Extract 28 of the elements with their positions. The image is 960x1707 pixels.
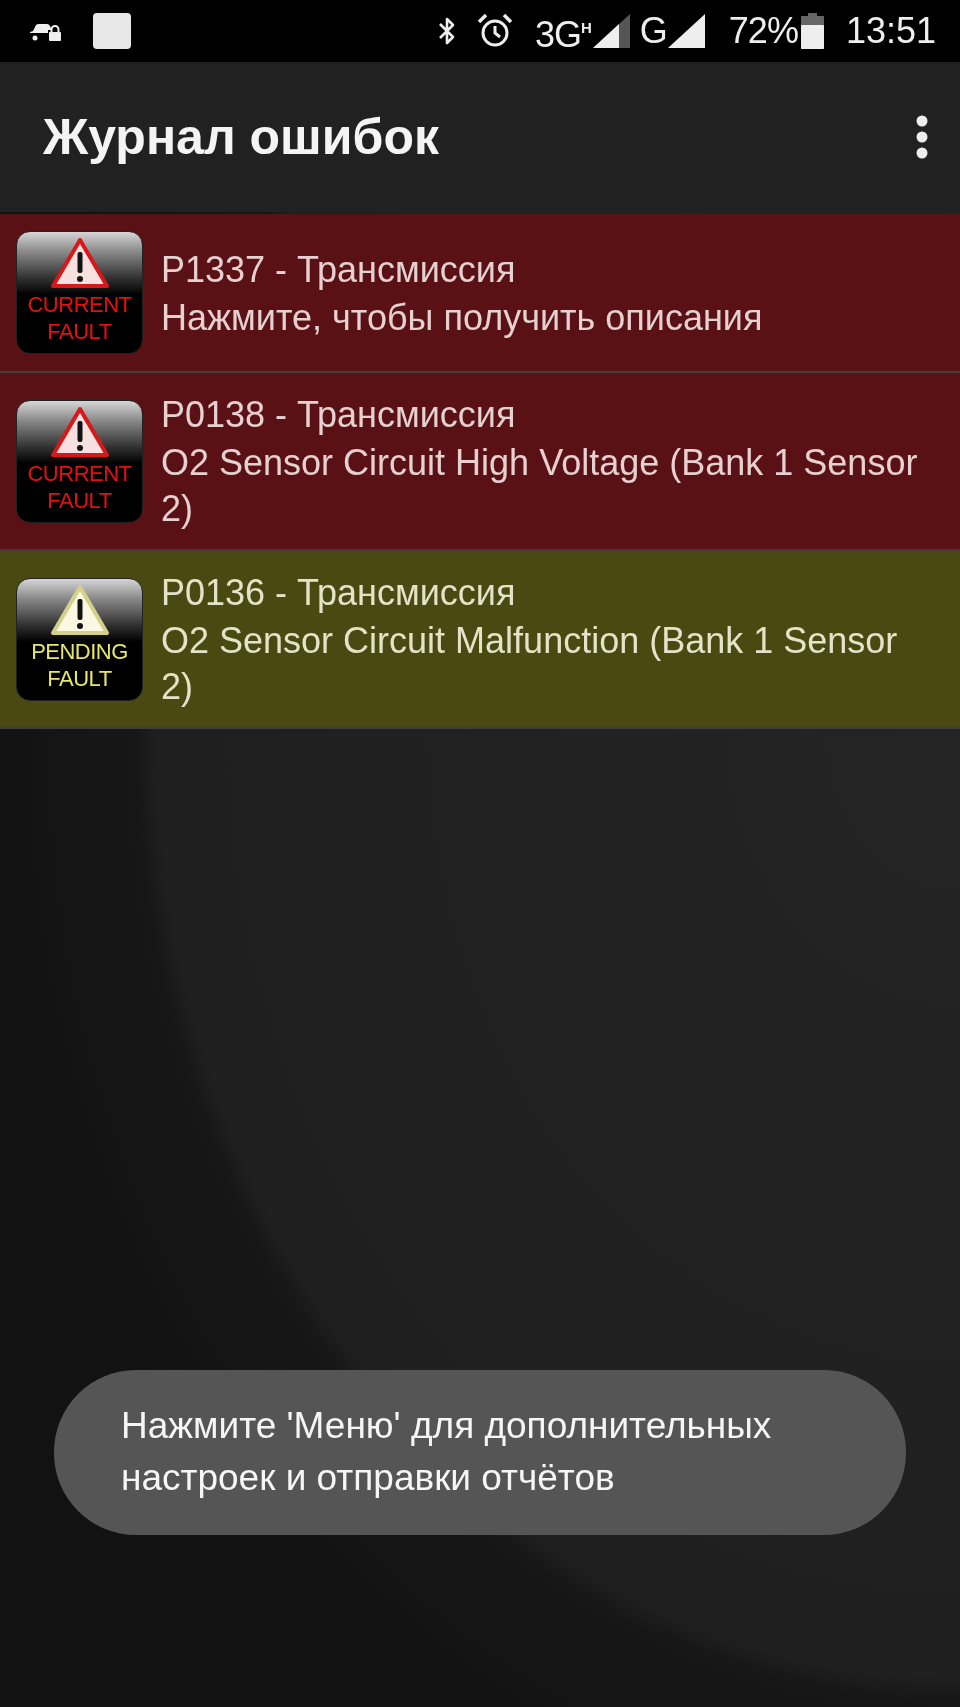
badge-label: CURRENT FAULT <box>26 291 133 345</box>
badge-label: CURRENT FAULT <box>26 459 133 514</box>
signal-strength-icon <box>592 14 630 48</box>
clock-time: 13:51 <box>845 11 936 51</box>
warning-icon <box>49 583 110 636</box>
fault-row[interactable]: CURRENT FAULT P0138 - Трансмиссия O2 Sensor Circuit High Voltage (Bank 1 Sensor 2) <box>0 373 960 551</box>
fault-description: O2 Sensor Circuit High Voltage (Bank 1 Sensor 2) <box>161 441 919 531</box>
warning-icon <box>49 405 110 458</box>
signal-strength-icon <box>667 14 705 48</box>
fault-description: O2 Sensor Circuit Malfunction (Bank 1 Sensor 2) <box>161 619 899 709</box>
more-options-button[interactable] <box>916 115 928 159</box>
battery-percentage: 72% <box>728 11 798 51</box>
alarm-clock-icon <box>476 13 513 49</box>
battery-icon <box>800 13 824 49</box>
fault-description: Нажмите, чтобы получить описания <box>161 295 764 340</box>
network-type-label: 3G$^{H}$ <box>534 12 591 55</box>
toast-text: Нажмите 'Меню' для дополнительных настроек и отправки отчётов <box>121 1404 773 1500</box>
fault-row[interactable]: CURRENT FAULT P1337 - Трансмиссия Нажмите, чтобы получить описания <box>0 214 960 373</box>
bluetooth-icon <box>436 15 457 47</box>
more-options-icon <box>916 115 928 159</box>
network-type-label: G <box>639 11 668 51</box>
fault-code-title: P0138 - Трансмиссия <box>161 393 517 437</box>
badge-label: PENDING FAULT <box>30 637 129 692</box>
notification-square-icon <box>93 13 131 49</box>
screen-title: Журнал ошибок <box>43 108 439 166</box>
fault-code-title: P0136 - Трансмиссия <box>161 571 517 615</box>
fault-code-title: P1337 - Трансмиссия <box>161 247 517 292</box>
warning-icon <box>49 237 110 289</box>
